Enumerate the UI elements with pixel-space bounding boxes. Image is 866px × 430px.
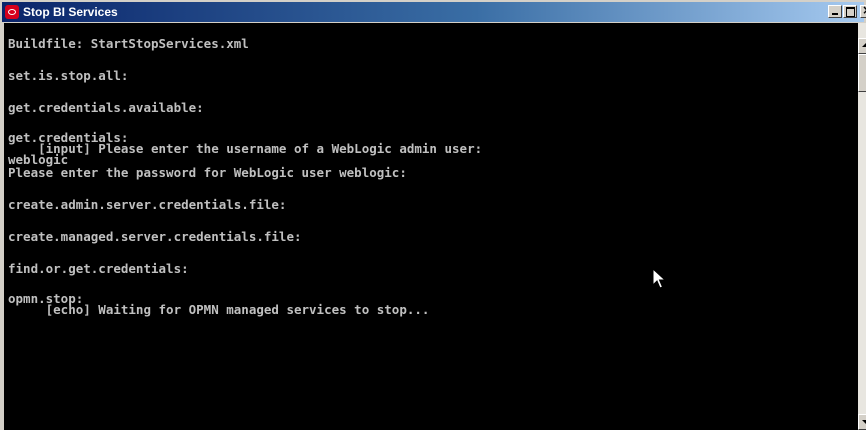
scroll-up-button[interactable] [858,38,866,54]
console-text: Buildfile: StartStopServices.xml set.is.… [8,36,483,317]
close-icon: × [862,3,866,17]
console-window: Stop BI Services × Buildfile: StartStopS… [0,0,866,430]
console-line: create.admin.server.credentials.file: [8,197,287,212]
console-line: [input] Please enter the username of a W… [8,141,483,156]
scroll-down-button[interactable] [858,414,866,430]
vertical-scrollbar[interactable] [858,23,866,430]
minimize-icon [832,13,838,15]
window-title: Stop BI Services [23,5,118,19]
scroll-thumb[interactable] [858,54,866,92]
oracle-icon[interactable] [5,5,19,19]
console-line: Buildfile: StartStopServices.xml [8,36,249,51]
console-line: find.or.get.credentials: [8,261,189,276]
minimize-button[interactable] [828,5,842,18]
title-bar[interactable]: Stop BI Services × [2,2,866,22]
mouse-pointer-icon [652,268,666,289]
console-line: create.managed.server.credentials.file: [8,229,302,244]
close-button[interactable]: × [860,3,866,18]
console-line: Please enter the password for WebLogic u… [8,165,407,180]
console-output[interactable]: Buildfile: StartStopServices.xml set.is.… [4,23,858,430]
console-line: [echo] Waiting for OPMN managed services… [8,302,430,317]
maximize-button[interactable] [843,5,857,18]
console-line: get.credentials.available: [8,100,204,115]
console-line: set.is.stop.all: [8,68,129,83]
maximize-icon [846,7,855,17]
